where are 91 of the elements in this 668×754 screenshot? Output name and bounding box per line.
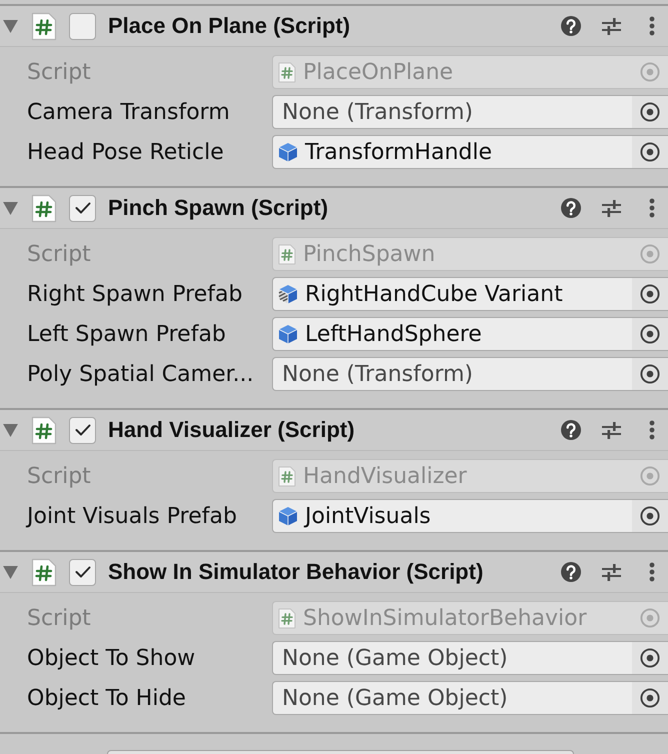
object-picker-button[interactable] (632, 318, 668, 350)
field-label: Right Spawn Prefab (27, 282, 242, 306)
enable-checkbox[interactable] (69, 12, 96, 40)
object-picker-button[interactable] (632, 642, 668, 674)
target-icon (640, 466, 660, 486)
field-value: None (Game Object) (282, 686, 508, 710)
component-title: Place On Plane (Script) (108, 13, 350, 39)
field-value: PinchSpawn (303, 242, 436, 266)
help-icon[interactable] (561, 198, 581, 218)
cube-icon (278, 142, 298, 162)
object-picker-button[interactable] (632, 500, 668, 532)
help-icon[interactable] (561, 16, 581, 36)
field-label: Object To Show (27, 646, 196, 670)
field-value: None (Game Object) (282, 646, 508, 670)
field-label: Head Pose Reticle (27, 140, 224, 164)
target-icon (640, 102, 660, 122)
checkmark-icon (74, 566, 90, 578)
target-icon (640, 142, 660, 162)
target-icon (640, 506, 660, 526)
field-label: Script (27, 242, 91, 266)
field-value: RightHandCube Variant (305, 282, 563, 306)
kebab-menu-icon[interactable] (649, 198, 655, 218)
help-icon[interactable] (561, 420, 581, 440)
script-file-icon (31, 194, 57, 222)
field-value: PlaceOnPlane (303, 60, 454, 84)
enable-checkbox[interactable] (69, 194, 96, 222)
cube-icon (278, 506, 298, 526)
component-title: Show In Simulator Behavior (Script) (108, 559, 484, 585)
object-picker-button[interactable] (632, 358, 668, 390)
field-label: Script (27, 464, 91, 488)
object-field[interactable]: TransformHandle (272, 135, 668, 169)
kebab-menu-icon[interactable] (649, 420, 655, 440)
sliders-icon[interactable] (602, 198, 621, 218)
target-icon (640, 648, 660, 668)
help-icon[interactable] (561, 562, 581, 582)
script-file-icon (31, 558, 57, 586)
field-label: Poly Spatial Camer... (27, 362, 254, 386)
field-label: Left Spawn Prefab (27, 322, 226, 346)
target-icon (640, 62, 660, 82)
field-value: ShowInSimulatorBehavior (303, 606, 587, 630)
object-field[interactable]: None (Transform) (272, 357, 668, 391)
target-icon (640, 608, 660, 628)
sliders-icon[interactable] (602, 420, 621, 440)
script-file-icon (278, 62, 296, 82)
field-value: TransformHandle (305, 140, 492, 164)
field-label: Object To Hide (27, 686, 186, 710)
sliders-icon[interactable] (602, 562, 621, 582)
target-icon (640, 244, 660, 264)
enable-checkbox[interactable] (69, 416, 96, 444)
component-title: Hand Visualizer (Script) (108, 417, 355, 443)
field-label: Joint Visuals Prefab (27, 504, 237, 528)
kebab-menu-icon[interactable] (649, 16, 655, 36)
field-value: JointVisuals (305, 504, 431, 528)
target-icon (640, 284, 660, 304)
object-field[interactable]: None (Game Object) (272, 681, 668, 715)
field-value: HandVisualizer (303, 464, 467, 488)
foldout-triangle-icon[interactable] (3, 202, 18, 214)
checkmark-icon (74, 424, 90, 436)
checkmark-icon (74, 202, 90, 214)
target-icon (640, 688, 660, 708)
script-file-icon (31, 12, 57, 40)
kebab-menu-icon[interactable] (649, 562, 655, 582)
field-label: Script (27, 606, 91, 630)
script-file-icon (278, 466, 296, 486)
foldout-triangle-icon[interactable] (3, 566, 18, 578)
target-icon (640, 364, 660, 384)
cube-icon (278, 324, 298, 344)
field-label: Script (27, 60, 91, 84)
target-icon (640, 324, 660, 344)
script-file-icon (278, 244, 296, 264)
enable-checkbox[interactable] (69, 558, 96, 586)
script-file-icon (31, 416, 57, 444)
field-value: LeftHandSphere (305, 322, 482, 346)
object-picker-button[interactable] (632, 278, 668, 310)
object-field[interactable]: RightHandCube Variant (272, 277, 668, 311)
striped-cube-icon (278, 284, 298, 304)
foldout-triangle-icon[interactable] (3, 424, 18, 436)
object-picker-button[interactable] (632, 682, 668, 714)
field-value: None (Transform) (282, 362, 473, 386)
component-title: Pinch Spawn (Script) (108, 195, 328, 221)
object-picker-button[interactable] (632, 136, 668, 168)
object-field[interactable]: None (Game Object) (272, 641, 668, 675)
object-picker-button[interactable] (632, 96, 668, 128)
field-value: None (Transform) (282, 100, 473, 124)
foldout-triangle-icon[interactable] (3, 20, 18, 32)
sliders-icon[interactable] (602, 16, 621, 36)
object-field[interactable]: LeftHandSphere (272, 317, 668, 351)
field-label: Camera Transform (27, 100, 230, 124)
object-field[interactable]: None (Transform) (272, 95, 668, 129)
script-file-icon (278, 608, 296, 628)
object-field[interactable]: JointVisuals (272, 499, 668, 533)
